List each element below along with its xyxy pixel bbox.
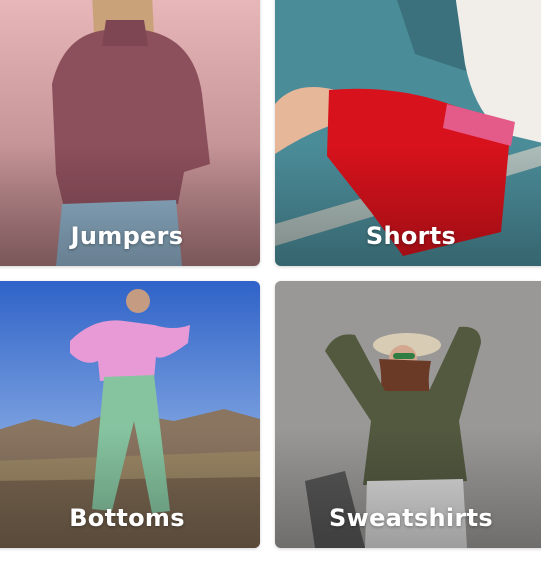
category-label-bottoms: Bottoms (69, 504, 185, 532)
category-label-sweatshirts: Sweatshirts (329, 504, 493, 532)
category-tile-bottoms[interactable]: Bottoms (0, 281, 260, 548)
category-tile-jumpers[interactable]: Jumpers (0, 0, 260, 266)
category-label-shorts: Shorts (365, 222, 457, 250)
category-tile-shorts[interactable]: Shorts (275, 0, 541, 266)
category-label-jumpers: Jumpers (70, 222, 184, 250)
category-tile-sweatshirts[interactable]: Sweatshirts (275, 281, 541, 548)
category-grid: Jumpers Shorts Bottoms Sweatshirts (0, 0, 541, 561)
